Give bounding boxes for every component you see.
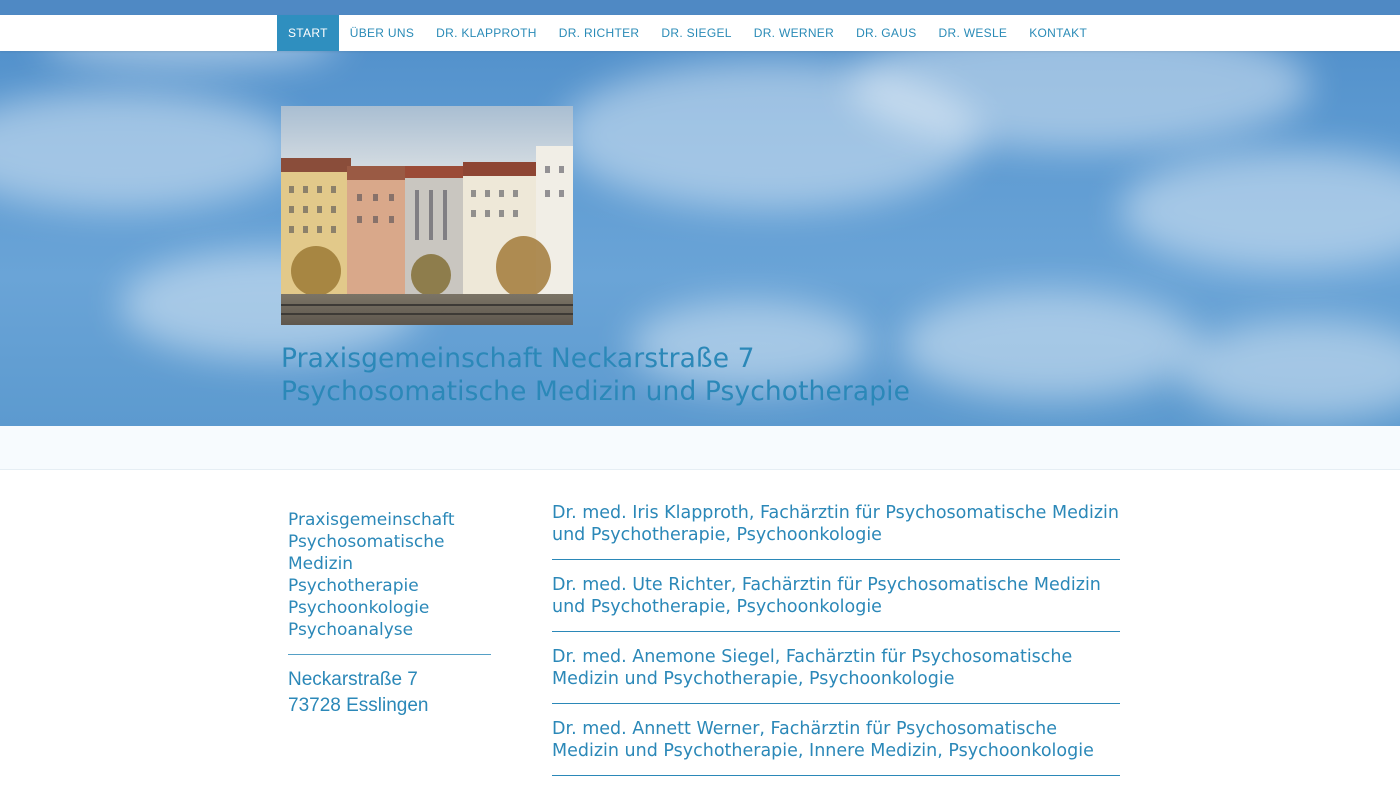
window (331, 226, 336, 233)
nav-item-dr-richter[interactable]: DR. RICHTER (548, 15, 651, 51)
cloud (900, 290, 1200, 400)
window (513, 190, 518, 197)
roof (463, 162, 538, 176)
nav-item-dr-klapproth[interactable]: DR. KLAPPROTH (425, 15, 548, 51)
cloud (1120, 150, 1400, 270)
window (303, 226, 308, 233)
sidebar-line: Psychosomatische (288, 532, 445, 552)
window (389, 194, 394, 201)
roof (281, 158, 351, 172)
building-photo (281, 106, 573, 325)
nav-item-start[interactable]: START (277, 15, 339, 51)
address-street: Neckarstraße 7 (288, 669, 418, 690)
window (559, 190, 564, 197)
address-city: 73728 Esslingen (288, 695, 429, 716)
nav-item-ueber-uns[interactable]: ÜBER UNS (339, 15, 425, 51)
window (317, 186, 322, 193)
ground (281, 294, 573, 325)
window (471, 210, 476, 217)
window (389, 216, 394, 223)
window (303, 186, 308, 193)
window (485, 190, 490, 197)
doctor-link-klapproth[interactable]: Dr. med. Iris Klapproth, Fachärztin für … (552, 499, 1120, 560)
window (331, 186, 336, 193)
address: Neckarstraße 7 73728 Esslingen (288, 667, 491, 719)
top-strip (0, 0, 1400, 15)
page-title-line-1: Praxisgemeinschaft Neckarstraße 7 (281, 343, 755, 374)
hero-banner: Praxisgemeinschaft Neckarstraße 7 Psycho… (0, 0, 1400, 426)
window (289, 186, 294, 193)
window (545, 166, 550, 173)
window (289, 226, 294, 233)
doctor-list: Dr. med. Iris Klapproth, Fachärztin für … (552, 499, 1120, 787)
window (471, 190, 476, 197)
doctor-link-richter[interactable]: Dr. med. Ute Richter, Fachärztin für Psy… (552, 571, 1120, 632)
window (317, 206, 322, 213)
nav-item-dr-gaus[interactable]: DR. GAUS (845, 15, 927, 51)
sidebar-line: Medizin (288, 554, 354, 574)
window (317, 226, 322, 233)
doctor-link-text: Dr. med. Iris Klapproth, Fachärztin für … (552, 503, 1119, 545)
window (289, 206, 294, 213)
window (499, 190, 504, 197)
window (499, 210, 504, 217)
doctor-link-werner[interactable]: Dr. med. Annett Werner, Fachärztin für P… (552, 715, 1120, 776)
window (545, 190, 550, 197)
tree (496, 236, 551, 298)
window (357, 216, 362, 223)
cloud (1180, 320, 1400, 420)
rail (281, 304, 573, 306)
page-title: Praxisgemeinschaft Neckarstraße 7 Psycho… (281, 342, 910, 408)
sidebar-line: Psychoanalyse (288, 620, 414, 640)
nav-item-dr-werner[interactable]: DR. WERNER (743, 15, 845, 51)
nav-item-dr-siegel[interactable]: DR. SIEGEL (650, 15, 742, 51)
window (485, 210, 490, 217)
sidebar-divider (288, 654, 491, 655)
sidebar: Praxisgemeinschaft Psychosomatische Medi… (288, 509, 491, 719)
main-navigation: START ÜBER UNS DR. KLAPPROTH DR. RICHTER… (0, 15, 1400, 51)
window (443, 190, 447, 240)
doctor-link-siegel[interactable]: Dr. med. Anemone Siegel, Fachärztin für … (552, 643, 1120, 704)
roof (405, 166, 465, 178)
window (373, 216, 378, 223)
window (415, 190, 419, 240)
tree (411, 254, 451, 296)
divider-band (0, 426, 1400, 470)
doctor-link-text: Dr. med. Anemone Siegel, Fachärztin für … (552, 647, 1073, 689)
cloud (0, 90, 300, 210)
sidebar-title: Praxisgemeinschaft Psychosomatische Medi… (288, 509, 491, 641)
sidebar-line: Praxisgemeinschaft (288, 510, 455, 530)
roof (347, 166, 407, 180)
doctor-link-text: Dr. med. Annett Werner, Fachärztin für P… (552, 719, 1094, 761)
sidebar-line: Psychoonkologie (288, 598, 430, 618)
window (373, 194, 378, 201)
page-title-line-2: Psychosomatische Medizin und Psychothera… (281, 376, 910, 407)
tree (291, 246, 341, 296)
window (357, 194, 362, 201)
sidebar-line: Psychotherapie (288, 576, 419, 596)
window (331, 206, 336, 213)
doctor-link-text: Dr. med. Ute Richter, Fachärztin für Psy… (552, 575, 1101, 617)
window (303, 206, 308, 213)
rail (281, 313, 573, 315)
window (513, 210, 518, 217)
nav-item-dr-wesle[interactable]: DR. WESLE (928, 15, 1019, 51)
nav-item-kontakt[interactable]: KONTAKT (1018, 15, 1098, 51)
window (429, 190, 433, 240)
window (559, 166, 564, 173)
